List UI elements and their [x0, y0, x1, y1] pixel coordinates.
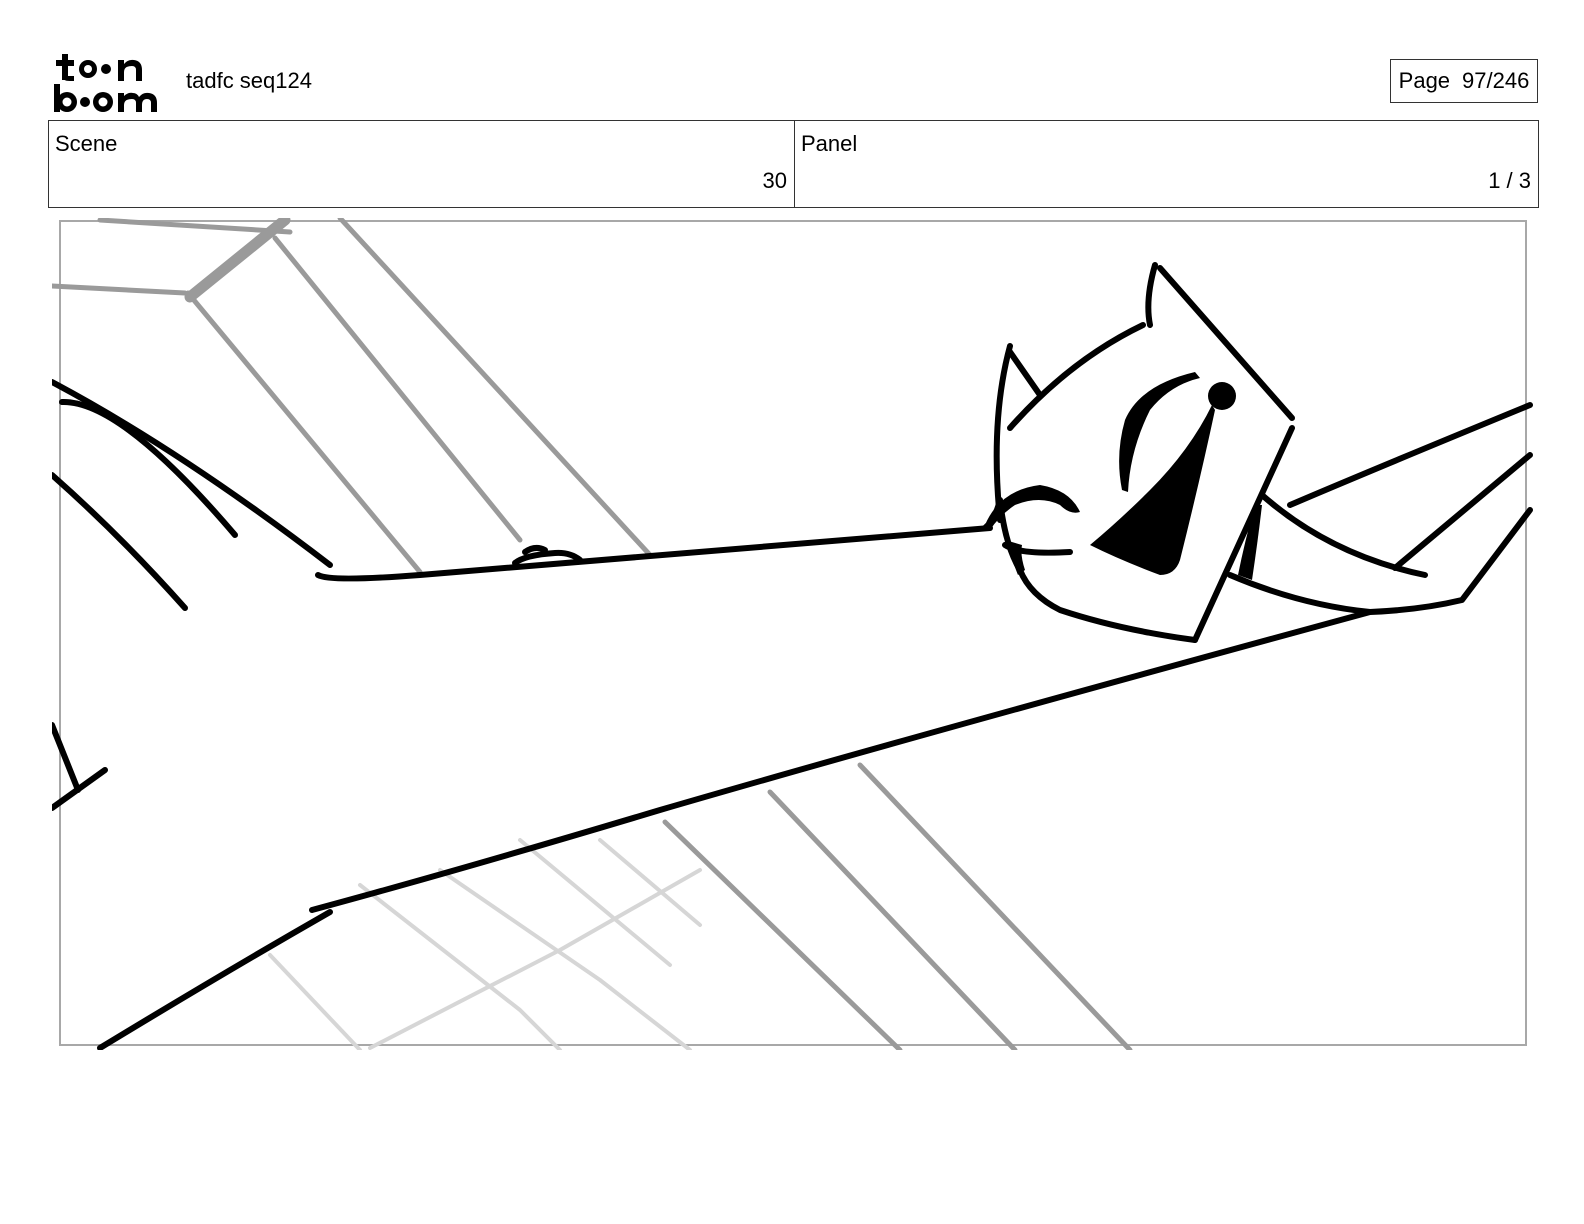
storyboard-sketch	[52, 218, 1533, 1050]
floor-grid-lines	[268, 838, 702, 1050]
character-head-lines	[512, 262, 1533, 643]
background-structure-lines	[52, 218, 1133, 1050]
